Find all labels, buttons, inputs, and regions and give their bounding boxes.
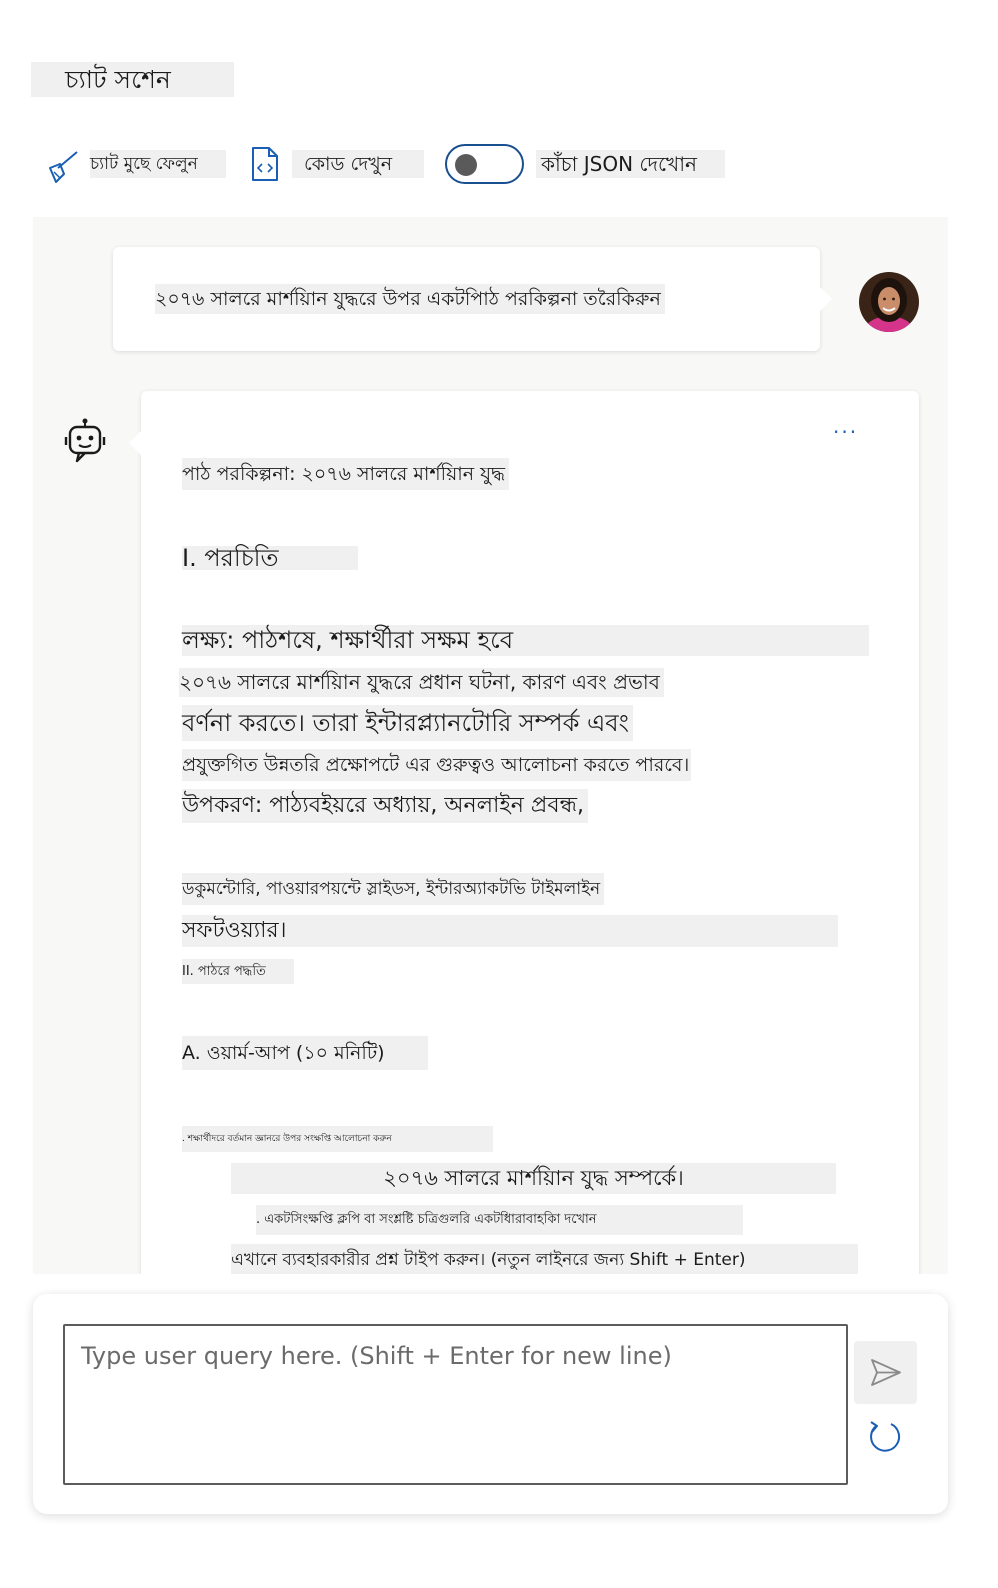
- assistant-line: I. পরচিতি: [182, 546, 358, 570]
- toolbar: চ্যাট মুছে ফেলুন কোড দেখুন কাঁচা JSON দে…: [0, 140, 998, 188]
- refresh-button[interactable]: [865, 1416, 905, 1456]
- raw-json-toggle[interactable]: [445, 144, 524, 184]
- code-file-icon[interactable]: [247, 144, 283, 184]
- query-input[interactable]: [63, 1324, 848, 1485]
- bot-icon: [63, 417, 107, 467]
- assistant-line: উপকরণ: পাঠ্যবইয়রে অধ্যায়, অনলাইন প্রবন…: [182, 789, 589, 823]
- send-icon: [871, 1359, 901, 1386]
- assistant-line: প্রযুক্তগিত উন্নতরি প্রক্ষোপটে এর গুরুত্…: [182, 749, 692, 781]
- assistant-message-bubble: ... পাঠ পরকিল্পনা: ২০৭৬ সালরে মার্শয়িান…: [129, 391, 919, 1274]
- chat-area: ২০৭৬ সালরে মার্শয়িান যুদ্ধরে উপর একটপিা…: [33, 217, 948, 1274]
- user-message-bubble: ২০৭৬ সালরে মার্শয়িান যুদ্ধরে উপর একটপিা…: [113, 247, 832, 351]
- assistant-line: ২০৭৬ সালরে মার্শয়িান যুদ্ধ সম্পর্কে।: [231, 1163, 836, 1194]
- assistant-line: II. পাঠরে পদ্ধতি: [182, 959, 294, 984]
- toggle-knob: [455, 154, 477, 176]
- assistant-line: সফটওয়্যার।: [182, 915, 838, 947]
- assistant-line: ডকুমন্টোরি, পাওয়ারপয়ন্টে স্লাইডস, ইন্ট…: [182, 873, 605, 905]
- user-avatar: [859, 272, 919, 332]
- refresh-icon: [870, 1421, 901, 1452]
- send-button[interactable]: [854, 1341, 917, 1404]
- assistant-line: পাঠ পরকিল্পনা: ২০৭৬ সালরে মার্শয়িান যুদ…: [182, 458, 510, 490]
- broom-icon[interactable]: [44, 144, 80, 184]
- composer: [33, 1294, 948, 1514]
- assistant-line: ২০৭৬ সালরে মার্শয়িান যুদ্ধরে প্রধান ঘটন…: [179, 668, 664, 697]
- view-code-button[interactable]: কোড দেখুন: [292, 150, 424, 178]
- clear-chat-button[interactable]: চ্যাট মুছে ফেলুন: [90, 150, 226, 178]
- assistant-line: . শক্ষার্থীদরে বর্তমান জ্ঞানরে উপর সংক্ষ…: [182, 1126, 493, 1152]
- assistant-line: এখানে ব্যবহারকারীর প্রশ্ন টাইপ করুন। (নত…: [231, 1244, 858, 1274]
- assistant-line: লক্ষ্য: পাঠশষে, শক্ষার্থীরা সক্ষম হবে: [182, 625, 869, 656]
- assistant-line: A. ওয়ার্ম-আপ (১০ মনিটি): [182, 1036, 428, 1070]
- session-title: চ্যাট সশেন: [31, 62, 234, 97]
- assistant-line: বর্ণনা করতে। তারা ইন্টারপ্ল্যানটোরি সম্প…: [182, 705, 633, 741]
- assistant-line: . একটসিংক্ষপ্তি ক্লপি বা সংশ্লষ্টি চত্রি…: [256, 1205, 743, 1235]
- raw-json-label: কাঁচা JSON দেখোন: [536, 150, 725, 178]
- user-message-text: ২০৭৬ সালরে মার্শয়িান যুদ্ধরে উপর একটপিা…: [155, 284, 665, 314]
- more-options-button[interactable]: ...: [833, 416, 863, 439]
